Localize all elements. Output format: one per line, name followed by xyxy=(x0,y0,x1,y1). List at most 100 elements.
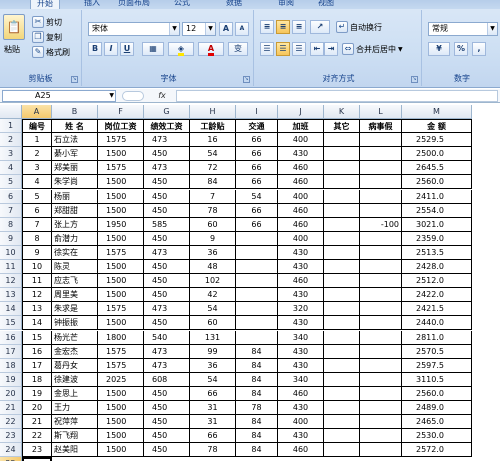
table-cell[interactable] xyxy=(360,372,402,387)
table-cell[interactable]: 400 xyxy=(278,415,324,430)
table-cell[interactable]: 131 xyxy=(190,330,236,345)
table-cell[interactable] xyxy=(360,358,402,373)
bold-button[interactable]: B xyxy=(88,42,102,56)
table-cell[interactable]: 2421.5 xyxy=(402,302,472,317)
table-cell[interactable] xyxy=(324,401,360,416)
table-cell[interactable]: 400 xyxy=(278,189,324,204)
font-name-dropdown[interactable]: 宋体 ▼ xyxy=(88,22,180,36)
row-header[interactable]: 14 xyxy=(0,302,22,317)
column-header-m[interactable]: M xyxy=(402,105,472,119)
row-header[interactable]: 1 xyxy=(0,119,22,134)
table-cell[interactable]: 2489.0 xyxy=(402,401,472,416)
table-cell[interactable]: 1575 xyxy=(98,133,144,148)
table-cell[interactable]: 48 xyxy=(190,260,236,275)
table-cell[interactable]: 460 xyxy=(278,161,324,176)
active-cell[interactable] xyxy=(22,457,52,461)
table-cell[interactable]: 66 xyxy=(190,429,236,444)
table-cell[interactable]: 赵美阳 xyxy=(52,443,98,458)
table-cell[interactable]: 1500 xyxy=(98,386,144,401)
clipboard-launcher-icon[interactable]: ↘ xyxy=(71,76,78,83)
table-cell[interactable]: 66 xyxy=(190,386,236,401)
table-cell[interactable]: 540 xyxy=(144,330,190,345)
fill-color-button[interactable]: ◈ xyxy=(168,42,194,56)
table-header-cell[interactable]: 金 额 xyxy=(402,119,472,134)
table-cell[interactable] xyxy=(236,288,278,303)
table-cell[interactable]: 17 xyxy=(22,358,52,373)
table-cell[interactable]: 2422.0 xyxy=(402,288,472,303)
table-cell[interactable]: 78 xyxy=(190,203,236,218)
table-cell[interactable]: 石立法 xyxy=(52,133,98,148)
table-cell[interactable]: 2529.5 xyxy=(402,133,472,148)
row-header[interactable]: 17 xyxy=(0,344,22,359)
name-box[interactable]: A25 ▼ xyxy=(2,90,116,102)
table-cell[interactable] xyxy=(324,189,360,204)
table-cell[interactable]: 430 xyxy=(278,288,324,303)
table-cell[interactable]: 608 xyxy=(144,372,190,387)
table-cell[interactable]: 460 xyxy=(278,203,324,218)
table-cell[interactable]: 2597.5 xyxy=(402,358,472,373)
table-header-cell[interactable]: 编号 xyxy=(22,119,52,134)
table-cell[interactable]: 2025 xyxy=(98,372,144,387)
formula-expand-handle[interactable] xyxy=(122,91,144,101)
table-cell[interactable] xyxy=(324,415,360,430)
table-cell[interactable] xyxy=(360,133,402,148)
increase-indent-button[interactable]: ⇥ xyxy=(324,42,338,56)
table-cell[interactable]: 99 xyxy=(190,344,236,359)
tab-data[interactable]: 数据 xyxy=(220,0,248,9)
table-cell[interactable] xyxy=(324,316,360,331)
table-cell[interactable]: 2465.0 xyxy=(402,415,472,430)
table-cell[interactable] xyxy=(360,415,402,430)
align-center-button[interactable]: ☰ xyxy=(276,42,290,56)
table-cell[interactable] xyxy=(360,302,402,317)
table-cell[interactable]: 84 xyxy=(236,443,278,458)
copy-button[interactable]: ❐ 复制 xyxy=(32,31,62,43)
italic-button[interactable]: I xyxy=(104,42,118,56)
table-cell[interactable]: 450 xyxy=(144,203,190,218)
table-cell[interactable]: 460 xyxy=(278,217,324,232)
table-cell[interactable] xyxy=(324,231,360,246)
paste-icon[interactable]: 📋 xyxy=(3,14,25,40)
table-cell[interactable]: 430 xyxy=(278,316,324,331)
table-cell[interactable]: 9 xyxy=(190,231,236,246)
table-cell[interactable]: 1500 xyxy=(98,429,144,444)
table-cell[interactable]: 450 xyxy=(144,288,190,303)
number-format-dropdown[interactable]: 常规 ▼ xyxy=(428,22,498,36)
table-cell[interactable]: 杨丽 xyxy=(52,189,98,204)
row-header[interactable]: 5 xyxy=(0,175,22,190)
tab-insert[interactable]: 插入 xyxy=(78,0,106,9)
table-cell[interactable]: 祝萍萍 xyxy=(52,415,98,430)
table-cell[interactable]: 460 xyxy=(278,386,324,401)
table-cell[interactable]: 22 xyxy=(22,429,52,444)
table-cell[interactable]: 36 xyxy=(190,358,236,373)
table-cell[interactable]: 400 xyxy=(278,231,324,246)
table-cell[interactable]: 473 xyxy=(144,344,190,359)
table-cell[interactable] xyxy=(360,288,402,303)
table-cell[interactable]: 1500 xyxy=(98,231,144,246)
table-cell[interactable]: 430 xyxy=(278,429,324,444)
table-cell[interactable]: 1500 xyxy=(98,189,144,204)
table-cell[interactable] xyxy=(360,189,402,204)
table-cell[interactable]: 66 xyxy=(236,133,278,148)
row-header[interactable]: 21 xyxy=(0,401,22,416)
row-header[interactable]: 8 xyxy=(0,217,22,232)
table-cell[interactable]: 綦小军 xyxy=(52,147,98,162)
table-cell[interactable] xyxy=(360,274,402,289)
table-cell[interactable]: 4 xyxy=(22,175,52,190)
table-cell[interactable] xyxy=(324,147,360,162)
table-cell[interactable]: 450 xyxy=(144,401,190,416)
table-cell[interactable]: 84 xyxy=(236,372,278,387)
row-header[interactable]: 13 xyxy=(0,288,22,303)
row-header[interactable]: 24 xyxy=(0,443,22,458)
table-cell[interactable]: 430 xyxy=(278,344,324,359)
table-cell[interactable]: 430 xyxy=(278,401,324,416)
table-cell[interactable] xyxy=(236,302,278,317)
table-cell[interactable]: 葛丹女 xyxy=(52,358,98,373)
table-cell[interactable]: 1500 xyxy=(98,260,144,275)
table-cell[interactable]: 陈灵 xyxy=(52,260,98,275)
table-cell[interactable]: 2513.5 xyxy=(402,245,472,260)
table-cell[interactable]: 84 xyxy=(190,175,236,190)
table-cell[interactable]: 450 xyxy=(144,231,190,246)
table-cell[interactable] xyxy=(324,245,360,260)
table-cell[interactable]: 1500 xyxy=(98,443,144,458)
table-cell[interactable]: 张上方 xyxy=(52,217,98,232)
